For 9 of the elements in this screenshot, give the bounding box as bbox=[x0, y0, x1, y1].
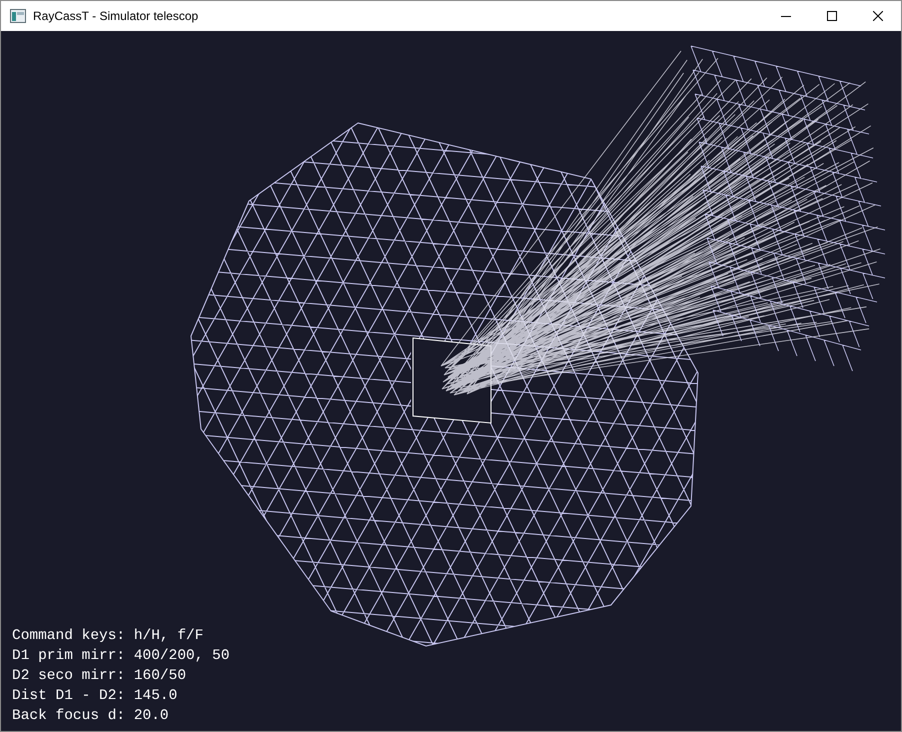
app-icon bbox=[10, 9, 26, 23]
info-line: Command keys: h/H, f/F bbox=[12, 627, 204, 646]
info-line: Dist D1 - D2: 145.0 bbox=[12, 687, 178, 706]
info-line: Back focus d: 20.0 bbox=[12, 707, 170, 726]
info-line: D2 seco mirr: 160/50 bbox=[12, 667, 188, 686]
window-title: RayCassT - Simulator telescop bbox=[33, 8, 198, 25]
close-icon bbox=[873, 11, 883, 21]
info-line: D1 prim mirr: 400/200, 50 bbox=[12, 647, 231, 666]
maximize-icon bbox=[827, 11, 837, 21]
